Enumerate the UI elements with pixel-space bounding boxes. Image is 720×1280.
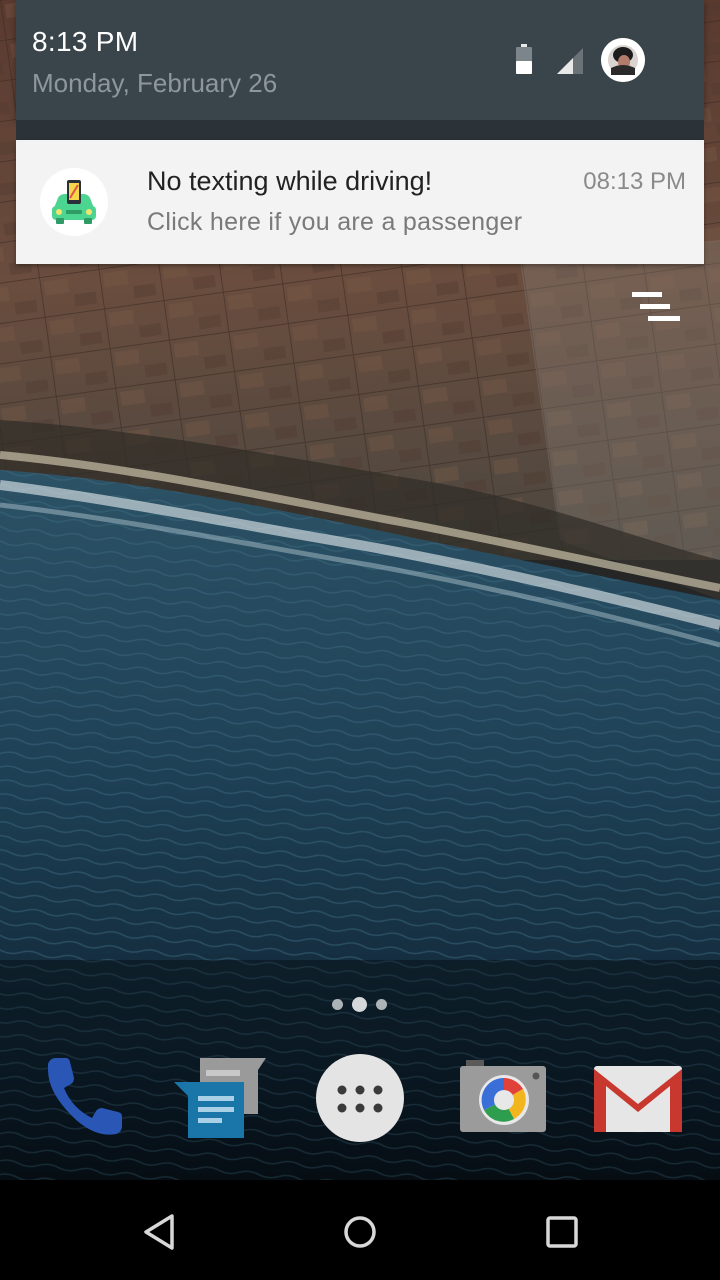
home-screen: 8:13 PM Monday, February 26 No texting w… xyxy=(0,0,720,1280)
signal-icon xyxy=(557,48,583,74)
page-dot xyxy=(332,999,343,1010)
dock-camera-button[interactable] xyxy=(456,1050,552,1146)
app-drawer-icon xyxy=(316,1054,404,1142)
recents-icon[interactable] xyxy=(530,1200,594,1264)
page-dot-current xyxy=(352,997,367,1012)
battery-icon xyxy=(516,44,532,74)
page-dot xyxy=(376,999,387,1010)
messages-icon xyxy=(174,1058,266,1138)
clear-all-icon[interactable] xyxy=(628,288,684,328)
gmail-icon xyxy=(594,1066,682,1132)
clock-time: 8:13 PM xyxy=(32,26,139,57)
dock-phone-button[interactable] xyxy=(36,1050,132,1146)
clock-date: Monday, February 26 xyxy=(32,68,278,98)
avatar-photo-icon xyxy=(601,38,645,82)
shade-divider xyxy=(16,120,704,140)
notification-title: No texting while driving! xyxy=(147,166,433,196)
phone-icon xyxy=(48,1058,122,1135)
notification-card[interactable]: No texting while driving! Click here if … xyxy=(16,140,704,264)
user-avatar[interactable] xyxy=(601,38,645,82)
dock-gmail-button[interactable] xyxy=(590,1050,686,1146)
dock-app-drawer-button[interactable] xyxy=(312,1050,408,1146)
car-phone-icon xyxy=(40,168,108,236)
camera-icon xyxy=(460,1060,546,1132)
notification-text: Click here if you are a passenger xyxy=(147,208,523,236)
notification-time: 08:13 PM xyxy=(583,168,686,195)
back-icon[interactable] xyxy=(128,1200,192,1264)
home-icon[interactable] xyxy=(328,1200,392,1264)
dock-messages-button[interactable] xyxy=(170,1052,266,1148)
page-indicator xyxy=(330,995,390,1013)
